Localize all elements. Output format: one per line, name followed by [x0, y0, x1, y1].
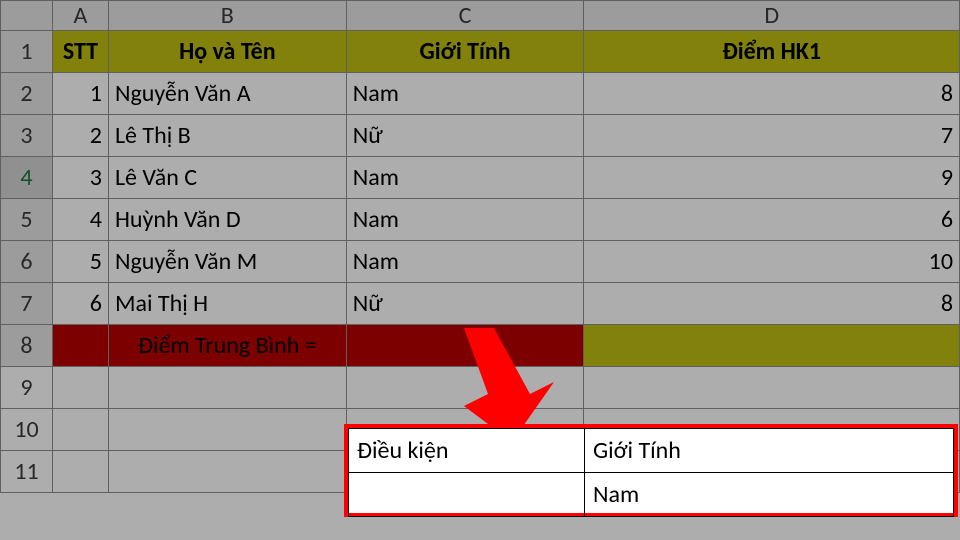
- cell-d9[interactable]: [584, 367, 960, 409]
- cell-a7[interactable]: 6: [52, 283, 108, 325]
- cell-d4[interactable]: 9: [584, 157, 960, 199]
- criteria-column[interactable]: Giới Tính: [585, 429, 954, 473]
- cell-a3[interactable]: 2: [52, 115, 108, 157]
- cell-a9[interactable]: [52, 367, 108, 409]
- cell-c6[interactable]: Nam: [346, 241, 584, 283]
- col-header-b[interactable]: B: [108, 1, 346, 31]
- cell-a10[interactable]: [52, 409, 108, 451]
- table-row: 2 1 Nguyễn Văn A Nam 8: [1, 73, 960, 115]
- row-header-8[interactable]: 8: [1, 325, 53, 367]
- cell-a1[interactable]: STT: [52, 31, 108, 73]
- table-row: 7 6 Mai Thị H Nữ 8: [1, 283, 960, 325]
- cell-c2[interactable]: Nam: [346, 73, 584, 115]
- row-header-3[interactable]: 3: [1, 115, 53, 157]
- cell-a6[interactable]: 5: [52, 241, 108, 283]
- cell-b8-avglabel[interactable]: Điểm Trung Bình =: [108, 325, 346, 367]
- cell-b5[interactable]: Huỳnh Văn D: [108, 199, 346, 241]
- row-header-10[interactable]: 10: [1, 409, 53, 451]
- criteria-box: Điều kiện Giới Tính Nam: [344, 424, 958, 517]
- cell-a8[interactable]: [52, 325, 108, 367]
- select-all-corner[interactable]: [1, 1, 53, 31]
- col-header-c[interactable]: C: [346, 1, 584, 31]
- cell-c3[interactable]: Nữ: [346, 115, 584, 157]
- cell-a2[interactable]: 1: [52, 73, 108, 115]
- cell-b11[interactable]: [108, 451, 346, 493]
- cell-b7[interactable]: Mai Thị H: [108, 283, 346, 325]
- table-row: 5 4 Huỳnh Văn D Nam 6: [1, 199, 960, 241]
- cell-c7[interactable]: Nữ: [346, 283, 584, 325]
- col-header-a[interactable]: A: [52, 1, 108, 31]
- row-header-4[interactable]: 4: [1, 157, 53, 199]
- row-header-11[interactable]: 11: [1, 451, 53, 493]
- row-header-2[interactable]: 2: [1, 73, 53, 115]
- row-header-9[interactable]: 9: [1, 367, 53, 409]
- cell-b6[interactable]: Nguyễn Văn M: [108, 241, 346, 283]
- cell-b3[interactable]: Lê Thị B: [108, 115, 346, 157]
- cell-a5[interactable]: 4: [52, 199, 108, 241]
- cell-c5[interactable]: Nam: [346, 199, 584, 241]
- criteria-value[interactable]: Nam: [585, 473, 954, 517]
- table-row: 3 2 Lê Thị B Nữ 7: [1, 115, 960, 157]
- criteria-label[interactable]: Điều kiện: [349, 429, 585, 473]
- col-header-d[interactable]: D: [584, 1, 960, 31]
- cell-c1[interactable]: Giới Tính: [346, 31, 584, 73]
- cell-b1[interactable]: Họ và Tên: [108, 31, 346, 73]
- criteria-blank[interactable]: [349, 473, 585, 517]
- cell-d1[interactable]: Điểm HK1: [584, 31, 960, 73]
- cell-d2[interactable]: 8: [584, 73, 960, 115]
- table-row: 4 3 Lê Văn C Nam 9: [1, 157, 960, 199]
- row-header-5[interactable]: 5: [1, 199, 53, 241]
- row-header-1[interactable]: 1: [1, 31, 53, 73]
- cell-a4[interactable]: 3: [52, 157, 108, 199]
- cell-b4[interactable]: Lê Văn C: [108, 157, 346, 199]
- cell-b9[interactable]: [108, 367, 346, 409]
- cell-d8[interactable]: [584, 325, 960, 367]
- table-row: 6 5 Nguyễn Văn M Nam 10: [1, 241, 960, 283]
- cell-b2[interactable]: Nguyễn Văn A: [108, 73, 346, 115]
- cell-a11[interactable]: [52, 451, 108, 493]
- cell-c4[interactable]: Nam: [346, 157, 584, 199]
- cell-b10[interactable]: [108, 409, 346, 451]
- row-header-6[interactable]: 6: [1, 241, 53, 283]
- cell-d6[interactable]: 10: [584, 241, 960, 283]
- cell-d3[interactable]: 7: [584, 115, 960, 157]
- row-header-7[interactable]: 7: [1, 283, 53, 325]
- cell-d7[interactable]: 8: [584, 283, 960, 325]
- cell-d5[interactable]: 6: [584, 199, 960, 241]
